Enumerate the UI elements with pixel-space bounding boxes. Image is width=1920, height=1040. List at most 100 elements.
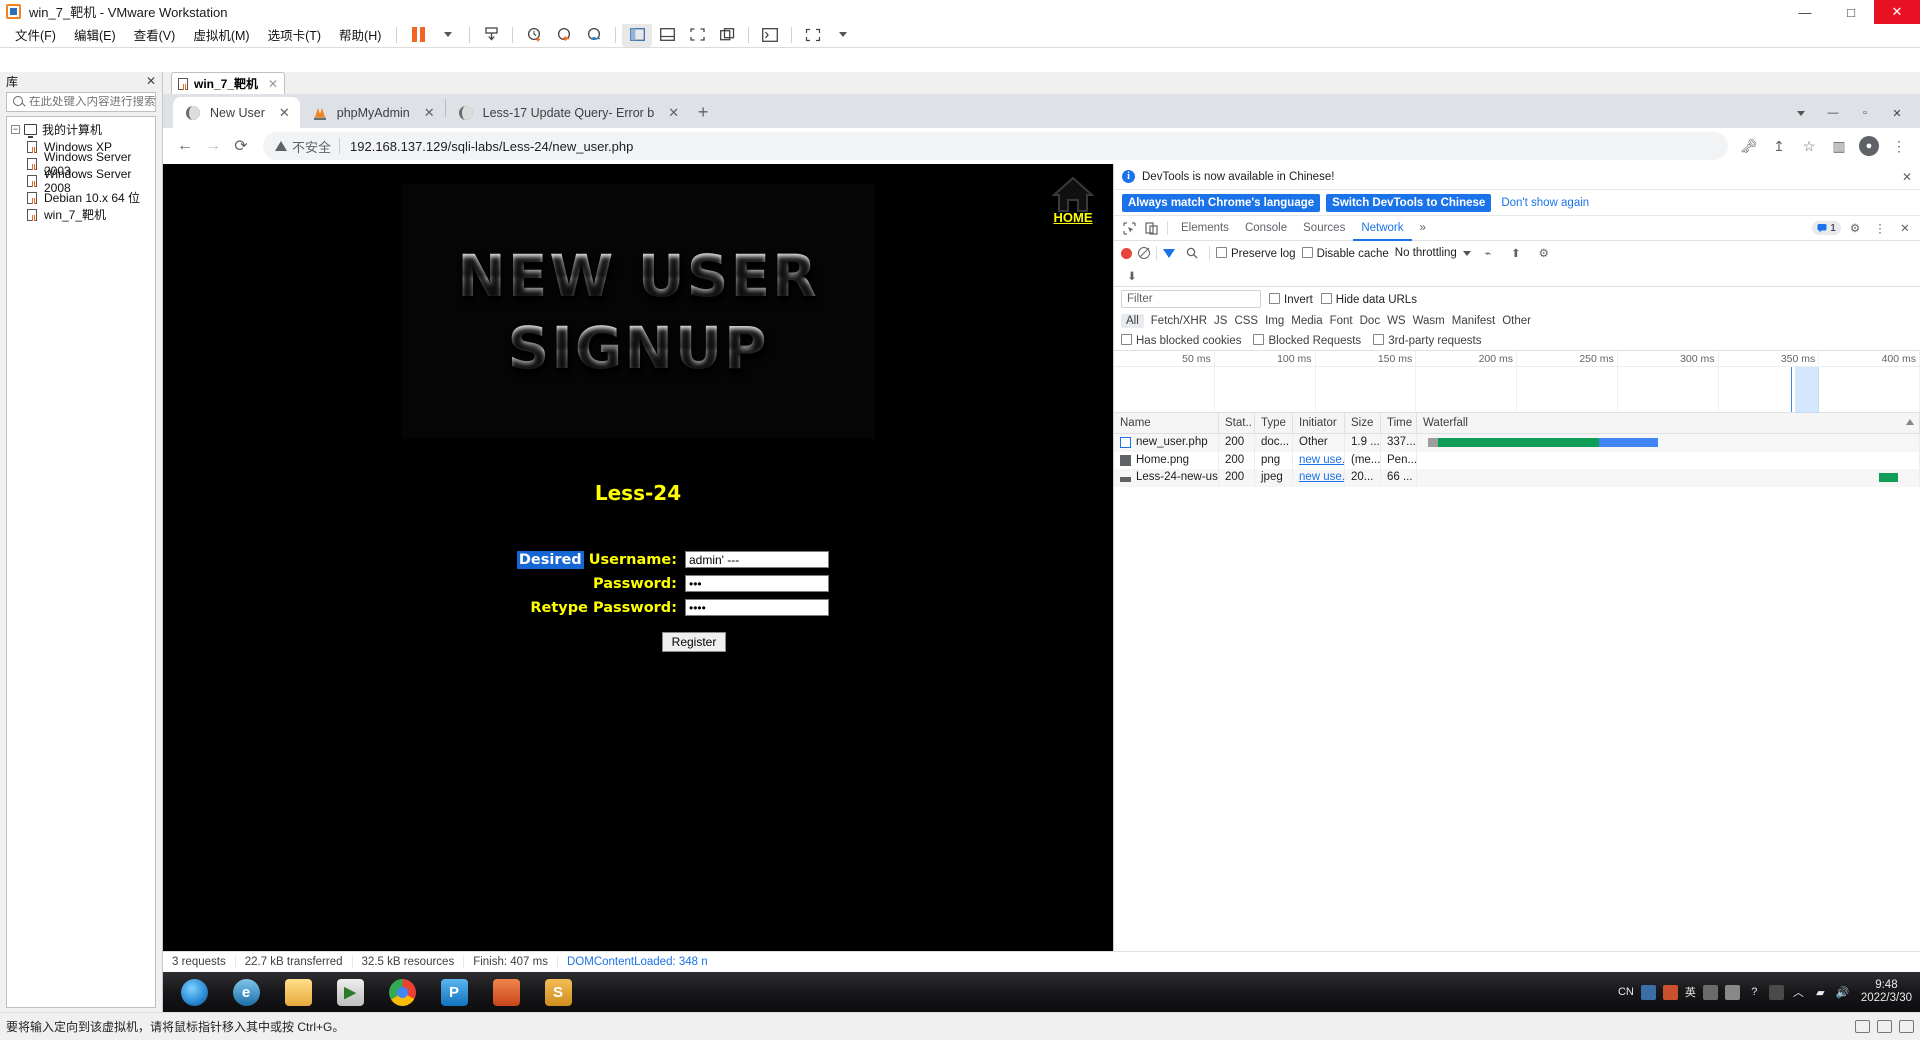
- column-status[interactable]: Stat..: [1219, 412, 1255, 434]
- new-tab-button[interactable]: +: [689, 98, 717, 126]
- tab-close-icon[interactable]: ✕: [668, 105, 679, 121]
- devtools-more-icon[interactable]: ⋮: [1869, 217, 1891, 239]
- fullscreen-button[interactable]: [682, 23, 712, 47]
- take-snapshot-button[interactable]: [519, 23, 549, 47]
- blocked-requests-checkbox[interactable]: Blocked Requests: [1253, 334, 1361, 347]
- tab-new-user[interactable]: New User ✕: [173, 97, 300, 128]
- inspect-element-icon[interactable]: [1118, 217, 1140, 239]
- export-har-icon[interactable]: ⬇: [1121, 265, 1143, 287]
- preserve-log-checkbox[interactable]: Preserve log: [1216, 246, 1296, 260]
- status-network-icon[interactable]: [1877, 1020, 1892, 1033]
- tab-less-17[interactable]: Less-17 Update Query- Error b ✕: [446, 97, 690, 128]
- request-initiator[interactable]: new use...: [1299, 454, 1344, 466]
- device-toolbar-icon[interactable]: [1140, 217, 1162, 239]
- column-name[interactable]: Name: [1114, 412, 1219, 434]
- menu-file[interactable]: 文件(F): [6, 23, 65, 46]
- send-key-dropdown[interactable]: [828, 23, 858, 47]
- disable-cache-checkbox[interactable]: Disable cache: [1301, 246, 1389, 260]
- type-filter-ws[interactable]: WS: [1387, 315, 1406, 327]
- clear-network-log-icon[interactable]: [1138, 247, 1150, 259]
- tree-root-my-computer[interactable]: − 我的计算机: [7, 121, 155, 138]
- request-initiator[interactable]: new use...: [1299, 471, 1344, 483]
- dont-show-again-button[interactable]: Don't show again: [1497, 194, 1593, 212]
- column-type[interactable]: Type: [1255, 412, 1293, 434]
- chrome-menu-icon[interactable]: ⋮: [1886, 133, 1912, 159]
- issues-badge[interactable]: 1: [1812, 221, 1841, 235]
- manage-snapshots-button[interactable]: [579, 23, 609, 47]
- password-manager-icon[interactable]: 🗝: [1736, 133, 1762, 159]
- column-waterfall[interactable]: Waterfall: [1417, 412, 1920, 434]
- tab-console[interactable]: Console: [1237, 216, 1295, 241]
- side-panel-icon[interactable]: ▥: [1826, 133, 1852, 159]
- menu-view[interactable]: 查看(V): [125, 23, 185, 46]
- menu-help[interactable]: 帮助(H): [330, 23, 390, 46]
- password-input[interactable]: [685, 575, 829, 592]
- menu-tabs[interactable]: 选项卡(T): [259, 23, 330, 46]
- taskbar-phpstudy[interactable]: P: [429, 974, 479, 1010]
- taskbar-chrome[interactable]: [377, 974, 427, 1010]
- search-network-icon[interactable]: [1181, 242, 1203, 264]
- taskbar-sublime-text[interactable]: S: [533, 974, 583, 1010]
- throttling-select[interactable]: No throttling: [1395, 247, 1457, 259]
- menu-vm[interactable]: 虚拟机(M): [184, 23, 258, 46]
- retype-password-input[interactable]: [685, 599, 829, 616]
- tab-network[interactable]: Network: [1353, 216, 1412, 241]
- back-button[interactable]: ←: [171, 132, 199, 160]
- import-har-icon[interactable]: ⬆: [1505, 242, 1527, 264]
- maximize-button[interactable]: □: [1828, 0, 1874, 24]
- invert-checkbox[interactable]: Invert: [1269, 292, 1313, 306]
- library-close-icon[interactable]: ✕: [146, 74, 156, 88]
- bookmark-star-icon[interactable]: ☆: [1796, 133, 1822, 159]
- status-disk-icon[interactable]: [1855, 1020, 1870, 1033]
- tray-ime-icon-3[interactable]: [1702, 984, 1718, 1000]
- tray-input-method[interactable]: CN: [1618, 986, 1634, 998]
- type-filter-img[interactable]: Img: [1265, 315, 1284, 327]
- menu-edit[interactable]: 编辑(E): [65, 23, 125, 46]
- type-filter-js[interactable]: JS: [1214, 315, 1227, 327]
- devtools-close-icon[interactable]: ✕: [1894, 217, 1916, 239]
- tray-ime-icon-4[interactable]: [1724, 984, 1740, 1000]
- column-initiator[interactable]: Initiator: [1293, 412, 1345, 434]
- network-settings-gear-icon[interactable]: ⚙: [1533, 242, 1555, 264]
- tab-close-icon[interactable]: ✕: [424, 105, 435, 121]
- tab-close-icon[interactable]: ✕: [279, 105, 290, 121]
- chrome-close-button[interactable]: ✕: [1882, 100, 1912, 126]
- tray-volume-icon[interactable]: 🔊: [1835, 985, 1850, 1000]
- type-filter-other[interactable]: Other: [1502, 315, 1531, 327]
- register-button[interactable]: Register: [661, 632, 727, 652]
- address-bar[interactable]: 不安全 192.168.137.129/sqli-labs/Less-24/ne…: [263, 132, 1728, 160]
- settings-gear-icon[interactable]: ⚙: [1844, 217, 1866, 239]
- tree-collapse-icon[interactable]: −: [11, 125, 20, 134]
- type-filter-font[interactable]: Font: [1330, 315, 1353, 327]
- revert-snapshot-button[interactable]: [549, 23, 579, 47]
- show-thumbnail-bar-button[interactable]: [652, 23, 682, 47]
- network-filter-input[interactable]: Filter: [1121, 290, 1261, 308]
- pause-vm-button[interactable]: [403, 23, 433, 47]
- send-key-button[interactable]: [798, 23, 828, 47]
- table-row[interactable]: Less-24-new-use... 200 jpeg new use... 2…: [1114, 469, 1920, 487]
- power-dropdown-button[interactable]: [433, 23, 463, 47]
- tab-elements[interactable]: Elements: [1173, 216, 1237, 241]
- column-time[interactable]: Time: [1381, 412, 1417, 434]
- type-filter-media[interactable]: Media: [1291, 315, 1322, 327]
- home-link[interactable]: HOME: [1051, 174, 1095, 225]
- minimize-button[interactable]: —: [1782, 0, 1828, 24]
- tray-network-icon[interactable]: ▰: [1813, 985, 1828, 1000]
- tab-phpmyadmin[interactable]: phpMyAdmin ✕: [300, 97, 445, 128]
- banner-close-icon[interactable]: ✕: [1902, 170, 1912, 184]
- taskbar-file-explorer[interactable]: [273, 974, 323, 1010]
- tab-sources[interactable]: Sources: [1295, 216, 1353, 241]
- tray-ime-icon-5[interactable]: [1768, 984, 1784, 1000]
- wifi-icon[interactable]: ⌁: [1477, 242, 1499, 264]
- library-search-box[interactable]: [6, 92, 192, 112]
- unity-mode-button[interactable]: [712, 23, 742, 47]
- snapshot-manager-button[interactable]: [476, 23, 506, 47]
- chevron-down-icon-5[interactable]: [1462, 250, 1471, 256]
- network-overview-timeline[interactable]: 50 ms 100 ms 150 ms 200 ms 250 ms 300 ms…: [1114, 351, 1920, 413]
- close-button[interactable]: ✕: [1874, 0, 1920, 24]
- taskbar-media-player[interactable]: ▶: [325, 974, 375, 1010]
- taskbar-clock[interactable]: 9:48 2022/3/30: [1857, 979, 1912, 1005]
- taskbar-internet-explorer[interactable]: e: [221, 974, 271, 1010]
- table-row[interactable]: new_user.php 200 doc... Other 1.9 ... 33…: [1114, 434, 1920, 452]
- third-party-requests-checkbox[interactable]: 3rd-party requests: [1373, 334, 1482, 347]
